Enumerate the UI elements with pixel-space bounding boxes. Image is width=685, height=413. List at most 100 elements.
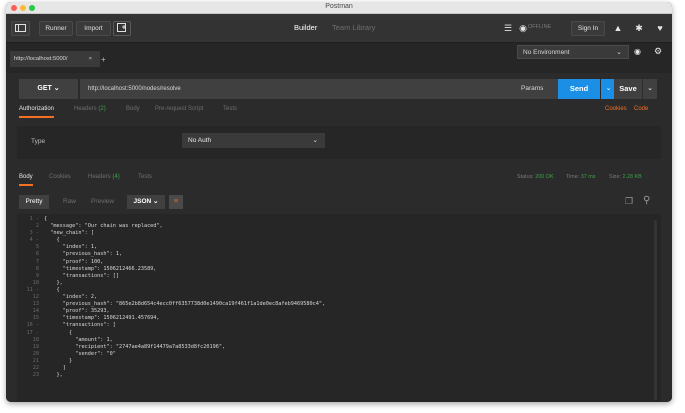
search-icon[interactable]: ⚲ xyxy=(643,195,650,206)
code-line: 4 - { xyxy=(17,237,657,244)
code-text: "index": 2, xyxy=(44,294,98,301)
response-status: Status: 200 OK xyxy=(517,174,554,180)
code-lines: 1 - {2 "message": "Our chain was replaced… xyxy=(17,216,657,379)
chevron-down-icon: ⌄ xyxy=(647,85,653,92)
line-number: 15 xyxy=(32,315,39,322)
code-line: 2 "message": "Our chain was replaced", xyxy=(17,223,657,230)
response-tab-body[interactable]: Body xyxy=(19,174,33,186)
line-number: 13 xyxy=(32,301,39,308)
response-tab-cookies[interactable]: Cookies xyxy=(49,174,71,180)
code-line: 6 "previous_hash": 1, xyxy=(17,251,657,258)
time-label: Time: xyxy=(566,174,580,180)
sync-status: OFFLINE xyxy=(528,24,552,30)
tab-team-library[interactable]: Team Library xyxy=(332,23,375,32)
line-number: 5 xyxy=(35,244,39,251)
sign-in-button[interactable]: Sign In xyxy=(571,21,605,36)
line-number: 19 xyxy=(32,343,39,350)
heart-icon[interactable]: ♥ xyxy=(654,22,666,34)
format-select-label: JSON xyxy=(133,198,152,205)
send-button[interactable]: Send xyxy=(558,79,600,99)
tab-tests[interactable]: Tests xyxy=(223,106,237,112)
settings-wrench-icon[interactable]: ✱ xyxy=(633,22,645,34)
code-line: 8 "timestamp": 1506212466.23589, xyxy=(17,266,657,273)
method-select[interactable]: GET ⌄ xyxy=(19,79,78,99)
raw-button[interactable]: Raw xyxy=(63,195,76,209)
chevron-down-icon: ⌄ xyxy=(153,198,159,205)
tab-authorization[interactable]: Authorization xyxy=(19,106,55,118)
params-button[interactable]: Params xyxy=(521,79,543,99)
url-input[interactable]: http://localhost:5000/nodes/resolve xyxy=(80,79,558,99)
tab-body[interactable]: Body xyxy=(126,106,140,112)
environment-select-label: No Environment xyxy=(523,49,570,56)
satellite-icon[interactable]: ☰ xyxy=(502,22,514,34)
wrap-lines-icon: ≡ xyxy=(174,198,178,205)
line-number: 3 - xyxy=(29,230,39,237)
code-text: { xyxy=(44,286,60,293)
response-tab-headers[interactable]: Headers (4) xyxy=(88,174,120,180)
size-value: 2.28 KB xyxy=(622,174,642,180)
scrollbar[interactable] xyxy=(654,220,657,400)
code-text: "timestamp": 1506212491.457694, xyxy=(44,315,160,322)
cookies-link[interactable]: Cookies xyxy=(605,106,627,112)
code-text: } xyxy=(44,357,73,364)
status-value: 200 OK xyxy=(535,174,554,180)
code-line: 18 "amount": 1, xyxy=(17,337,657,344)
add-tab-button[interactable]: + xyxy=(101,55,106,64)
code-link[interactable]: Code xyxy=(634,106,648,112)
close-tab-icon[interactable]: × xyxy=(89,51,92,67)
main-panel: GET ⌄ http://localhost:5000/nodes/resolv… xyxy=(6,73,672,402)
code-line: 7 "proof": 100, xyxy=(17,259,657,266)
size-label: Size: xyxy=(609,174,621,180)
import-button[interactable]: Import xyxy=(76,21,111,36)
copy-icon[interactable]: ❐ xyxy=(625,196,633,207)
chevron-down-icon: ⌄ xyxy=(616,49,622,56)
response-tab-headers-label: Headers xyxy=(88,174,111,180)
code-line: 20 "sender": "0" xyxy=(17,351,657,358)
code-line: 21 } xyxy=(17,358,657,365)
save-button[interactable]: Save xyxy=(614,79,642,99)
code-line: 15 "timestamp": 1506212491.457694, xyxy=(17,315,657,322)
response-body[interactable]: 1 - {2 "message": "Our chain was replaced… xyxy=(17,214,661,402)
tab-pre-request-script[interactable]: Pre-request Script xyxy=(155,106,203,112)
environment-select[interactable]: No Environment ⌄ xyxy=(517,45,629,59)
runner-button[interactable]: Runner xyxy=(39,21,73,36)
line-number: 22 xyxy=(32,364,39,371)
response-view-bar: Pretty Raw Preview JSON ⌄ ≡ ❐ ⚲ xyxy=(19,194,659,210)
chevron-down-icon: ⌄ xyxy=(312,137,318,144)
response-tab-tests[interactable]: Tests xyxy=(138,174,152,180)
status-label: Status: xyxy=(517,174,534,180)
code-line: 11 - { xyxy=(17,287,657,294)
code-text: "previous_hash": "865e2b8d654c4ecc0ff635… xyxy=(44,301,326,308)
code-line: 3 - "new_chain": [ xyxy=(17,230,657,237)
response-size: Size: 2.28 KB xyxy=(609,174,642,180)
notifications-icon[interactable]: ▲ xyxy=(612,22,624,34)
tab-builder[interactable]: Builder xyxy=(294,23,317,32)
pretty-button[interactable]: Pretty xyxy=(19,195,49,209)
sidebar-toggle-button[interactable] xyxy=(11,21,30,36)
method-label: GET xyxy=(37,85,52,92)
headers-count: (2) xyxy=(98,106,106,112)
line-number: 12 xyxy=(32,294,39,301)
code-text: "sender": "0" xyxy=(44,350,116,357)
code-text: "proof": 100, xyxy=(44,258,104,265)
line-number: 23 xyxy=(32,372,39,379)
save-dropdown-button[interactable]: ⌄ xyxy=(643,79,657,99)
code-text: "message": "Our chain was replaced", xyxy=(44,223,163,230)
line-number: 9 xyxy=(35,272,39,279)
code-line: 17 - { xyxy=(17,330,657,337)
preview-button[interactable]: Preview xyxy=(91,195,114,209)
format-select[interactable]: JSON ⌄ xyxy=(127,195,165,209)
gear-icon[interactable]: ⚙ xyxy=(654,46,662,57)
code-text: { xyxy=(44,216,48,222)
new-tab-button[interactable] xyxy=(113,21,131,36)
authorization-panel: Type No Auth ⌄ xyxy=(17,126,661,159)
auth-type-select[interactable]: No Auth ⌄ xyxy=(182,133,325,148)
wrap-lines-button[interactable]: ≡ xyxy=(169,195,183,209)
line-number: 17 - xyxy=(26,329,40,336)
code-line: 9 "transactions": [] xyxy=(17,273,657,280)
line-number: 1 - xyxy=(29,216,39,222)
tab-headers[interactable]: Headers (2) xyxy=(74,106,106,112)
eye-icon[interactable]: ◉ xyxy=(634,47,641,56)
line-number: 2 xyxy=(35,223,39,230)
request-tab[interactable]: http://localhost:5000/ × xyxy=(10,51,100,67)
